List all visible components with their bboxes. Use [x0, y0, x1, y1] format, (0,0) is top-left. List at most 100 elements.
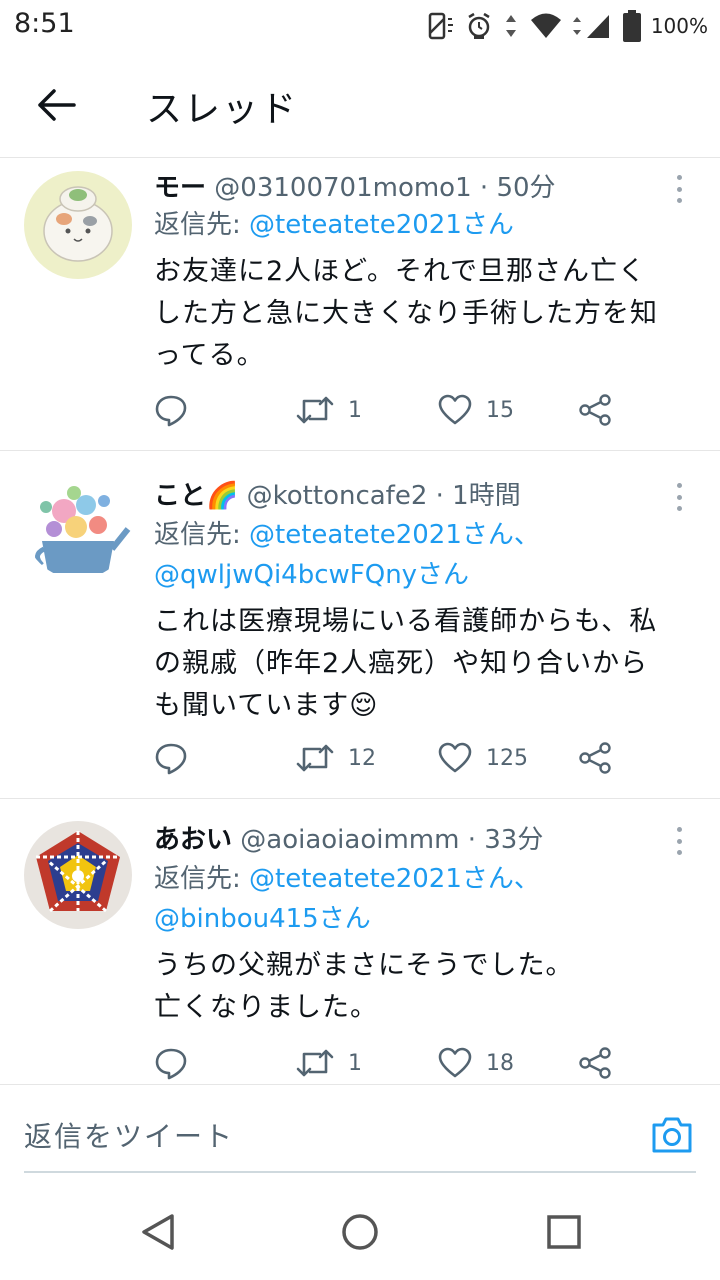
tweet-text-line: お友達に2人ほど。それで旦那さん亡く	[154, 256, 647, 287]
tweet-text-line: した方と急に大きくなり手術した方を知	[154, 298, 658, 329]
display-name[interactable]: モー	[154, 173, 206, 203]
tweet-actions: 1 15	[154, 390, 634, 430]
separator-dot: ·	[467, 825, 476, 855]
more-options-button[interactable]	[666, 171, 692, 207]
reply-button[interactable]	[154, 738, 188, 778]
wifi-icon	[529, 11, 563, 41]
system-nav-bar	[0, 1184, 720, 1280]
retweet-count: 12	[348, 745, 376, 771]
home-circle-icon	[342, 1214, 378, 1250]
reply-icon	[155, 743, 187, 775]
tweet-text: これは医療現場にいる看護師からも、私 の親戚（昨年2人癌死）や知り合いから も聞…	[154, 601, 702, 727]
separator-dot: ·	[435, 481, 444, 511]
camera-button[interactable]	[650, 1115, 694, 1155]
like-count: 125	[486, 745, 528, 771]
reply-input[interactable]: 返信をツイート	[24, 1099, 696, 1173]
retweet-button[interactable]: 1	[296, 1043, 362, 1083]
retweet-button[interactable]: 1	[296, 390, 362, 430]
nav-home-button[interactable]	[338, 1210, 382, 1254]
display-name[interactable]: あおい	[154, 825, 232, 855]
tweet-item[interactable]: モー @03100701momo1 · 50分 返信先: @teteatete2…	[0, 159, 720, 451]
tweet-time[interactable]: 1時間	[452, 481, 521, 511]
reply-composer: 返信をツイート	[0, 1084, 720, 1184]
reply-to-line: @binbou415さん	[154, 899, 371, 939]
share-icon	[579, 394, 611, 426]
camera-icon	[652, 1117, 692, 1153]
reply-prefix: 返信先:	[154, 210, 250, 240]
user-handle[interactable]: @aoiaoiaoimmm	[240, 825, 459, 855]
retweet-icon	[296, 396, 334, 424]
share-button[interactable]	[578, 1043, 612, 1083]
nav-recents-button[interactable]	[542, 1210, 586, 1254]
tweet-header: こと🌈 @kottoncafe2 · 1時間	[154, 475, 521, 512]
signal-icon	[572, 11, 613, 41]
battery-percent: 100%	[650, 14, 708, 38]
heart-icon	[438, 394, 472, 425]
reply-to-link[interactable]: @teteatete2021さん、	[249, 864, 540, 894]
like-count: 18	[486, 1050, 514, 1076]
tweet-text-line: うちの父親がまさにそうでした。	[154, 950, 574, 981]
retweet-count: 1	[348, 397, 362, 423]
heart-icon	[438, 1047, 472, 1078]
back-triangle-icon	[142, 1214, 174, 1250]
status-icons: 100%	[425, 6, 708, 46]
separator-dot: ·	[479, 173, 489, 203]
reply-to-link[interactable]: @teteatete2021さん	[249, 210, 514, 240]
alarm-icon	[465, 11, 493, 41]
retweet-count: 1	[348, 1050, 362, 1076]
tweet-header: あおい @aoiaoiaoimmm · 33分	[154, 819, 543, 856]
retweet-button[interactable]: 12	[296, 738, 376, 778]
tweet-item[interactable]: あおい @aoiaoiaoimmm · 33分 返信先: @teteatete2…	[0, 799, 720, 1084]
tweet-time[interactable]: 33分	[484, 825, 543, 855]
reply-to-link[interactable]: @teteatete2021さん、	[249, 520, 540, 550]
tweet-text-line: ってる。	[154, 340, 265, 371]
tweet-text: お友達に2人ほど。それで旦那さん亡く した方と急に大きくなり手術した方を知 って…	[154, 251, 702, 377]
reply-to-line: 返信先: @teteatete2021さん、	[154, 515, 540, 555]
reply-to-link[interactable]: @qwljwQi4bcwFQnyさん	[154, 560, 469, 590]
reply-to-line: @qwljwQi4bcwFQnyさん	[154, 555, 469, 595]
like-button[interactable]: 18	[438, 1043, 514, 1083]
tweet-actions: 12 125	[154, 738, 634, 778]
heart-icon	[438, 742, 472, 773]
reply-button[interactable]	[154, 1043, 188, 1083]
battery-icon	[622, 10, 641, 42]
retweet-icon	[296, 744, 334, 772]
screen-rotate-icon	[425, 11, 455, 41]
like-button[interactable]: 125	[438, 738, 528, 778]
tweet-text-line: これは医療現場にいる看護師からも、私	[154, 606, 658, 637]
more-options-button[interactable]	[666, 823, 692, 859]
avatar[interactable]	[24, 171, 132, 279]
retweet-icon	[296, 1049, 334, 1077]
reply-button[interactable]	[154, 390, 188, 430]
reply-icon	[155, 1048, 187, 1080]
page-title: スレッド	[146, 89, 299, 130]
reply-to-line: 返信先: @teteatete2021さん、	[154, 859, 540, 899]
data-arrows-icon	[503, 11, 519, 41]
tweet-text-line: も聞いています😌	[154, 690, 379, 721]
reply-to-link[interactable]: @binbou415さん	[154, 904, 371, 934]
display-name[interactable]: こと🌈	[154, 481, 238, 511]
avatar[interactable]	[24, 821, 132, 929]
tweet-item[interactable]: こと🌈 @kottoncafe2 · 1時間 返信先: @teteatete20…	[0, 451, 720, 799]
reply-placeholder: 返信をツイート	[24, 1120, 235, 1153]
status-bar: 8:51 100%	[0, 0, 720, 52]
reply-prefix: 返信先:	[154, 520, 250, 550]
share-icon	[579, 742, 611, 774]
like-count: 15	[486, 397, 514, 423]
avatar[interactable]	[24, 471, 132, 579]
status-time: 8:51	[14, 8, 75, 39]
user-handle[interactable]: @03100701momo1	[214, 173, 471, 203]
reply-prefix: 返信先:	[154, 864, 250, 894]
like-button[interactable]: 15	[438, 390, 514, 430]
nav-back-button[interactable]	[136, 1210, 180, 1254]
tweet-time[interactable]: 50分	[496, 173, 555, 203]
tweet-text-line: の親戚（昨年2人癌死）や知り合いから	[154, 648, 649, 679]
tweet-actions: 1 18	[154, 1043, 634, 1083]
back-button[interactable]	[30, 82, 82, 128]
share-button[interactable]	[578, 738, 612, 778]
user-handle[interactable]: @kottoncafe2	[247, 481, 428, 511]
share-button[interactable]	[578, 390, 612, 430]
more-options-button[interactable]	[666, 479, 692, 515]
tweet-text: うちの父親がまさにそうでした。 亡くなりました。	[154, 945, 702, 1029]
tweet-text-line: 亡くなりました。	[154, 992, 378, 1023]
